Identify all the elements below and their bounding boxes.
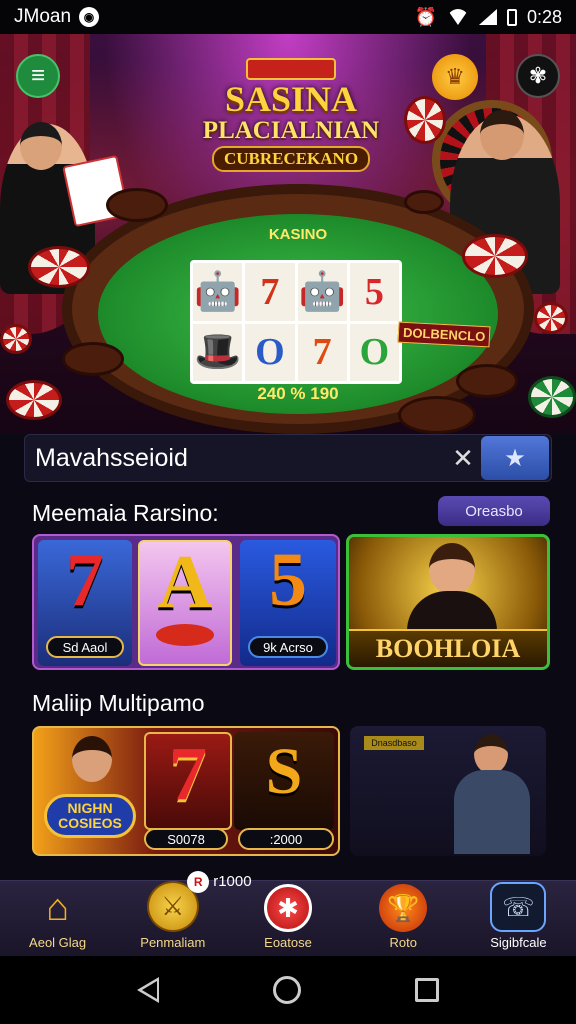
carrier-label: JMoan <box>14 6 72 27</box>
reel-symbol: 7 <box>245 263 295 321</box>
settings-button[interactable]: ✾ <box>516 54 560 98</box>
nav-item-support[interactable]: ☏ Sigibfcale <box>461 881 576 956</box>
menu-button[interactable]: ≡ <box>16 54 60 98</box>
player-avatar <box>474 734 508 774</box>
poker-chip <box>534 302 568 334</box>
lips-icon <box>156 624 214 646</box>
reel-symbol: 7 <box>297 323 347 381</box>
slot-tile: S <box>234 732 334 830</box>
slot-symbol: S <box>265 735 303 808</box>
slot-tag: :2000 <box>238 828 334 850</box>
search-input[interactable] <box>25 435 445 481</box>
reel-symbol: 5 <box>349 263 399 321</box>
host-avatar <box>429 543 475 595</box>
trophy-icon: 🏆 <box>379 884 428 932</box>
slot-tag: 9k Acrso <box>248 636 328 658</box>
hamburger-icon: ≡ <box>30 62 45 89</box>
see-all-button[interactable]: Oreasbo <box>438 496 550 526</box>
table-pad <box>398 396 476 434</box>
slot-game-card[interactable]: 7 Sd Aaol A 5 9k Acrso <box>32 534 340 670</box>
slot-tile: 5 9k Acrso <box>240 540 336 666</box>
poker-chip <box>528 376 576 418</box>
card-banner: BOOHLOIA <box>349 629 547 667</box>
vip-button[interactable]: ♛ <box>432 54 478 100</box>
nav-label: Aeol Glag <box>29 935 87 950</box>
back-icon[interactable] <box>137 977 159 1003</box>
player-body <box>454 770 530 854</box>
slot-symbol: 7 <box>66 538 104 622</box>
nav-item-rewards[interactable]: 🏆 Roto <box>346 881 461 956</box>
poker-chip <box>6 380 62 420</box>
home-circle-icon[interactable] <box>273 976 301 1004</box>
reel-symbol: 🎩 <box>193 323 243 381</box>
reel-symbol: O <box>349 323 399 381</box>
promo-avatar <box>72 736 112 782</box>
search-bar: ✕ ★ <box>24 434 552 482</box>
logo-line-1: SASINA <box>224 79 358 119</box>
notification-icon: ◉ <box>79 7 100 27</box>
table-felt: KASINO 🤖 7 🤖 5 🎩 O 7 O 240 % 190 DOLBENC… <box>98 214 498 414</box>
section-title: Meemaia Rarsino: <box>32 500 219 526</box>
reel-symbol: 🤖 <box>193 263 243 321</box>
promo-logo: NIGHN COSIEOS <box>44 794 136 838</box>
reel-symbol: O <box>245 323 295 381</box>
wifi-icon <box>446 9 469 25</box>
live-game-card[interactable]: BOOHLOIA <box>346 534 550 670</box>
hero-banner[interactable]: SASINA PLACIALNIAN CUBRECEKANO KASINO 🤖 … <box>0 34 576 434</box>
support-icon: ☏ <box>490 882 547 932</box>
crown-icon: ♛ <box>445 64 465 89</box>
bottom-nav: ⌂ Aeol Glag ⚔ Penmaliam R r1000 ✱ Eoatos… <box>0 871 576 956</box>
alarm-icon: ⏰ <box>414 6 437 27</box>
side-label: DOLBENCLO <box>397 321 491 348</box>
slot-tile: A <box>138 540 232 666</box>
recents-icon[interactable] <box>415 978 439 1002</box>
notification-badge: R <box>187 871 210 893</box>
nav-label: Sigibfcale <box>490 935 547 950</box>
slot-tag: S0078 <box>144 828 228 850</box>
signal-icon <box>478 9 497 25</box>
home-icon: ⌂ <box>46 886 70 929</box>
promo-game-card[interactable]: NIGHN COSIEOS 7 S S0078 :2000 <box>32 726 340 856</box>
clear-icon[interactable]: ✕ <box>445 443 481 474</box>
clock: 0:28 <box>526 6 562 27</box>
game-logo: SASINA PLACIALNIAN CUBRECEKANO <box>196 54 386 174</box>
poker-chip <box>462 234 528 278</box>
mini-label: Dnasdbaso <box>364 736 424 750</box>
battery-icon <box>506 8 517 26</box>
nav-item-premium[interactable]: ⚔ Penmaliam R r1000 <box>115 871 252 956</box>
table-pad <box>106 188 168 222</box>
logo-line-2: PLACIALNIAN <box>202 117 380 144</box>
table-pad <box>404 190 444 214</box>
favorite-button[interactable]: ★ <box>481 436 549 480</box>
slot-symbol: 5 <box>269 538 307 622</box>
slot-tag: Sd Aaol <box>46 636 124 658</box>
table-title: KASINO <box>268 226 328 243</box>
reel-symbol: 🤖 <box>297 263 347 321</box>
slot-tile: 7 Sd Aaol <box>38 540 132 666</box>
poker-chip <box>0 324 32 354</box>
system-nav-bar <box>0 956 576 1024</box>
chip-icon: ✱ <box>264 884 312 932</box>
status-bar: JMoan ◉ ⏰ 0:28 <box>0 0 576 34</box>
nav-label: Eoatose <box>264 935 312 950</box>
slot-tile: 7 <box>144 732 232 830</box>
player-card[interactable]: Dnasdbaso <box>350 726 546 856</box>
poker-chip <box>404 96 446 144</box>
nav-item-home[interactable]: ⌂ Aeol Glag <box>0 881 115 956</box>
star-icon: ★ <box>504 444 526 472</box>
gear-icon: ✾ <box>528 63 548 88</box>
nav-label: Roto <box>389 935 417 950</box>
logo-line-3: CUBRECEKANO <box>211 146 371 172</box>
slot-symbol: A <box>157 540 213 624</box>
nav-item-bonus[interactable]: ✱ Eoatose <box>230 881 345 956</box>
table-pad <box>456 364 518 398</box>
table-pad <box>62 342 124 376</box>
slot-symbol: 7 <box>169 732 207 816</box>
section-title: Maliip Multipamo <box>32 690 205 716</box>
nav-label: Penmaliam <box>140 935 206 950</box>
slot-reels[interactable]: 🤖 7 🤖 5 🎩 O 7 O <box>190 260 402 384</box>
poker-chip <box>28 246 90 288</box>
